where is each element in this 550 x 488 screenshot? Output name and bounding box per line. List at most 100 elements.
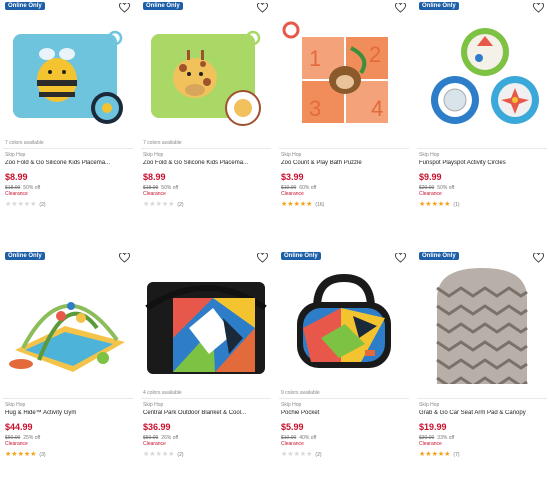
star-icon: ★ xyxy=(168,451,175,458)
star-icon: ★ xyxy=(168,201,175,208)
divider xyxy=(279,398,409,399)
review-count: (16) xyxy=(315,202,325,208)
clearance-label: Clearance xyxy=(143,441,166,447)
product-image[interactable] xyxy=(3,266,133,386)
star-rating: ★★★★★ xyxy=(143,451,174,459)
divider xyxy=(3,398,133,399)
rating[interactable]: ★★★★★ (2) xyxy=(281,451,322,459)
star-icon: ★ xyxy=(30,451,37,458)
product-card[interactable]: Online Only 9 colors available Skip Hop … xyxy=(279,250,409,486)
clearance-label: Clearance xyxy=(143,191,166,197)
svg-text:2: 2 xyxy=(369,42,381,67)
heart-outline-icon[interactable] xyxy=(395,3,406,13)
heart-outline-icon[interactable] xyxy=(533,3,544,13)
brand-name: Skip Hop xyxy=(143,152,164,158)
star-icon: ★ xyxy=(30,201,37,208)
star-rating: ★★★★★ xyxy=(5,451,36,459)
star-icon: ★ xyxy=(444,201,451,208)
review-count: (2) xyxy=(315,452,322,458)
rating[interactable]: ★★★★★ (16) xyxy=(281,201,324,209)
product-image[interactable]: 1 2 3 4 xyxy=(279,16,409,136)
heart-outline-icon[interactable] xyxy=(395,253,406,263)
product-card[interactable]: Online Only 7 colors available Skip Hop xyxy=(141,0,271,236)
sale-price: $3.99 xyxy=(281,172,304,182)
star-rating: ★★★★★ xyxy=(281,451,312,459)
divider xyxy=(141,148,271,149)
product-name-link[interactable]: Zoo Fold & Go Silicone Kids Placema... xyxy=(143,160,269,166)
product-card[interactable]: Online Only Skip Hop Hug & Hide™ Activit… xyxy=(3,250,133,486)
product-name-link[interactable]: Zoo Fold & Go Silicone Kids Placema... xyxy=(5,160,131,166)
product-image[interactable] xyxy=(141,16,271,136)
clearance-label: Clearance xyxy=(419,441,442,447)
colors-available: 7 colors available xyxy=(143,140,182,146)
brand-name: Skip Hop xyxy=(5,402,26,408)
giraffe-placemat-image xyxy=(151,30,261,126)
product-card[interactable]: Online Only Skip Hop Funspot Playspot Ac… xyxy=(417,0,547,236)
svg-text:4: 4 xyxy=(371,96,383,121)
rating[interactable]: ★★★★★ (2) xyxy=(5,201,46,209)
product-card[interactable]: Online Only Skip Hop Grab & Go Car Seat … xyxy=(417,250,547,486)
online-only-badge: Online Only xyxy=(5,252,45,260)
clearance-label: Clearance xyxy=(281,441,304,447)
review-count: (3) xyxy=(39,452,46,458)
sale-price: $9.99 xyxy=(419,172,442,182)
activity-gym-image xyxy=(9,302,125,372)
divider xyxy=(417,148,547,149)
review-count: (2) xyxy=(39,202,46,208)
online-only-badge: Online Only xyxy=(143,2,183,10)
product-image[interactable] xyxy=(417,266,547,386)
star-rating: ★★★★★ xyxy=(419,451,450,459)
product-name-link[interactable]: Funspot Playspot Activity Circles xyxy=(419,160,545,166)
heart-outline-icon[interactable] xyxy=(257,253,268,263)
rating[interactable]: ★★★★★ (1) xyxy=(419,201,460,209)
product-card[interactable]: 1 2 3 4 Skip Hop Zoo Count & Play Bath P… xyxy=(279,0,409,236)
review-count: (2) xyxy=(177,452,184,458)
brand-name: Skip Hop xyxy=(419,402,440,408)
divider xyxy=(279,148,409,149)
clearance-label: Clearance xyxy=(5,441,28,447)
rating[interactable]: ★★★★★ (2) xyxy=(143,201,184,209)
star-icon: ★ xyxy=(444,451,451,458)
product-name-link[interactable]: Pochie Pocket xyxy=(281,410,407,416)
svg-text:1: 1 xyxy=(309,46,321,71)
rating[interactable]: ★★★★★ (3) xyxy=(5,451,46,459)
online-only-badge: Online Only xyxy=(281,252,321,260)
colors-available: 9 colors available xyxy=(281,390,320,396)
product-name-link[interactable]: Hug & Hide™ Activity Gym xyxy=(5,410,131,416)
review-count: (7) xyxy=(453,452,460,458)
heart-outline-icon[interactable] xyxy=(257,3,268,13)
product-name-link[interactable]: Grab & Go Car Seat Arm Pad & Canopy xyxy=(419,410,545,416)
star-rating: ★★★★★ xyxy=(281,201,312,209)
bath-puzzle-image: 1 2 3 4 xyxy=(282,21,390,125)
star-rating: ★★★★★ xyxy=(419,201,450,209)
sale-price: $8.99 xyxy=(5,172,28,182)
star-icon: ★ xyxy=(306,201,313,208)
online-only-badge: Online Only xyxy=(419,252,459,260)
rating[interactable]: ★★★★★ (2) xyxy=(143,451,184,459)
product-card[interactable]: 4 colors available Skip Hop Central Park… xyxy=(141,250,271,486)
sale-price: $5.99 xyxy=(281,422,304,432)
product-image[interactable] xyxy=(3,16,133,136)
svg-text:3: 3 xyxy=(309,96,321,121)
product-card[interactable]: Online Only 7 colors available Skip Hop … xyxy=(3,0,133,236)
product-image[interactable] xyxy=(417,16,547,136)
rating[interactable]: ★★★★★ (7) xyxy=(419,451,460,459)
outdoor-blanket-image xyxy=(145,282,267,374)
brand-name: Skip Hop xyxy=(281,152,302,158)
sale-price: $19.99 xyxy=(419,422,447,432)
online-only-badge: Online Only xyxy=(419,2,459,10)
heart-outline-icon[interactable] xyxy=(119,253,130,263)
product-name-link[interactable]: Central Park Outdoor Blanket & Cool... xyxy=(143,410,269,416)
product-image[interactable] xyxy=(279,266,409,386)
heart-outline-icon[interactable] xyxy=(533,253,544,263)
clearance-label: Clearance xyxy=(419,191,442,197)
product-grid: Online Only 7 colors available Skip Hop … xyxy=(0,0,550,488)
sale-price: $36.99 xyxy=(143,422,171,432)
star-rating: ★★★★★ xyxy=(5,201,36,209)
star-icon: ★ xyxy=(306,451,313,458)
brand-name: Skip Hop xyxy=(143,402,164,408)
heart-outline-icon[interactable] xyxy=(119,3,130,13)
brand-name: Skip Hop xyxy=(5,152,26,158)
product-name-link[interactable]: Zoo Count & Play Bath Puzzle xyxy=(281,160,407,166)
product-image[interactable] xyxy=(141,266,271,386)
